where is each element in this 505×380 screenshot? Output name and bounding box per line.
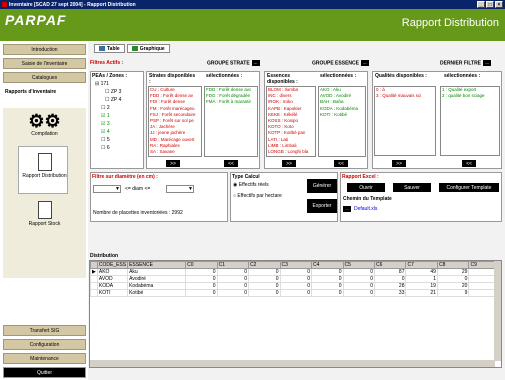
nav-maintenance[interactable]: Maintenance [3, 353, 86, 364]
filters-label: Filtres Actifs : [90, 60, 124, 66]
strates-remove-button[interactable]: << [224, 160, 238, 167]
page-title: Rapport Distribution [401, 17, 499, 29]
qualites-add-button[interactable]: >> [392, 160, 406, 167]
generer-button[interactable]: Générer [307, 179, 337, 193]
diametre-box: Filtre sur diamètre (en cm) : ▼ <= diam … [90, 172, 228, 222]
chart-icon [131, 46, 138, 51]
window-title: Inventaire [SCAD 27 sept 2004] - Rapport… [9, 1, 136, 8]
table-row[interactable]: KODA Kodabéma 0 0 0 0 0 0 28 19 20 [90, 282, 501, 290]
groupe-strate-button[interactable]: ... [251, 60, 260, 66]
dernier-filtre-button[interactable]: ... [483, 60, 492, 66]
tool-rapport-stock[interactable]: Rapport Stock [3, 201, 86, 227]
tab-label: Table [107, 45, 120, 52]
distribution-grid[interactable]: CODE_ESS ESSENCE C0 C1 C2 C3 C4 C5 C6 C7 C8 C9 ▶ A… [89, 260, 502, 368]
nav-quitter[interactable]: Quitter [3, 367, 86, 378]
nav-saisie[interactable]: Saisie de l'inventaire [3, 58, 86, 69]
tool-rapport-distribution[interactable]: Rapport Distribution [3, 153, 86, 179]
horizontal-scrollbar[interactable] [90, 360, 495, 367]
tree-node-checked[interactable]: ☑ 4 [95, 128, 143, 136]
table-row[interactable]: ▶ AKO Aku 0 0 0 0 0 0 87 49 29 [90, 268, 501, 276]
grid-header-row: CODE_ESS ESSENCE C0 C1 C2 C3 C4 C5 C6 C7 C8 C9 [90, 261, 501, 269]
view-tabs: Table Graphique [94, 44, 170, 53]
dernier-filtre-header: DERNIER FILTRE... [440, 60, 492, 66]
sidebar: Introduction Saisie de l'inventaire Cata… [0, 41, 88, 380]
vertical-scrollbar[interactable] [494, 261, 501, 361]
app-logo: PARPAF [5, 12, 67, 28]
strates-selected-title: sélectionnées : [206, 73, 243, 79]
tab-table[interactable]: Table [94, 44, 125, 53]
tree-node[interactable]: ☐ ZP 3 [95, 88, 143, 96]
excel-box: Rapport Excel : Ouvrir Sauver Configurer… [340, 172, 502, 222]
essences-available-title: Essences disponibles : [267, 73, 298, 85]
sauver-button[interactable]: Sauver [393, 183, 431, 192]
close-button[interactable]: × [495, 1, 503, 8]
strates-available-list[interactable]: CU : Culture FDD : Forêt dense av FDI : Fo… [148, 86, 202, 157]
gears-icon: ⚙⚙ [28, 111, 61, 131]
strates-add-button[interactable]: >> [166, 160, 180, 167]
placettes-count: Nombre de placettes inventoriées : 2992 [93, 210, 183, 216]
nav-rapports[interactable]: Rapports d'inventaire [3, 86, 86, 97]
radio-effectifs-reels[interactable]: ◉ Effectifs réels [233, 182, 269, 188]
diam-max-select[interactable]: ▼ [166, 185, 194, 193]
table-row[interactable]: KOTI Kotibé 0 0 0 0 0 0 33 21 9 [90, 289, 501, 297]
tree-node[interactable]: ⊟ 171 [95, 80, 143, 88]
peas-box: PEAs / Zones : ⊟ 171 ☐ ZP 3 ☐ ZP 4 ☐ 2 ☑… [90, 71, 144, 169]
strates-selected-list[interactable]: FDD : Forêt dense avc FDG : Forêt dégradé… [204, 86, 258, 157]
qualites-selected-list[interactable]: 1 : Qualité export 2 : qualité bon sciage [440, 86, 500, 156]
window-titlebar: Inventaire [SCAD 27 sept 2004] - Rapport… [0, 0, 505, 9]
configurer-template-button[interactable]: Configurer Template [439, 183, 499, 192]
diam-min-select[interactable]: ▼ [93, 185, 121, 193]
strates-available-title: Strates disponibles : [149, 73, 196, 85]
groupe-essence-header: GROUPE ESSENCE... [312, 60, 369, 66]
chemin-template-label: Chemin du Template [343, 196, 392, 202]
document-icon [37, 153, 52, 171]
tool-label: Rapport Stock [28, 221, 61, 227]
maximize-button[interactable]: □ [486, 1, 494, 8]
qualites-available-title: Qualités disponibles : [375, 73, 427, 79]
groupe-essence-button[interactable]: ... [360, 60, 369, 66]
tree-node-checked[interactable]: ☑ 3 [95, 120, 143, 128]
app-icon [2, 2, 7, 7]
ouvrir-button[interactable]: Ouvrir [347, 183, 385, 192]
template-path: Default.xls [354, 206, 378, 212]
qualites-available-list[interactable]: 0 : à3 : Qualité mauvais sci [374, 86, 436, 156]
distribution-title: Distribution [90, 253, 119, 259]
minimize-button[interactable]: _ [477, 1, 485, 8]
tree-node[interactable]: ☐ 6 [95, 144, 143, 152]
nav-transfert-sig[interactable]: Transfert SIG [3, 325, 86, 336]
qualites-remove-button[interactable]: << [462, 160, 476, 167]
diam-operator: <= diam <= [125, 186, 151, 192]
radio-effectifs-hectare[interactable]: ○ Effectifs par hectare [233, 193, 282, 199]
nav-introduction[interactable]: Introduction [3, 44, 86, 55]
essences-selected-list[interactable]: AKO : Aku AVOD : Avodiré BAH : Baha KODA : … [318, 86, 366, 157]
exporter-button[interactable]: Exporter [307, 199, 337, 213]
essences-selected-title: sélectionnées : [320, 73, 357, 79]
excel-title: Rapport Excel : [342, 174, 379, 180]
type-calcul-box: Type Calcul ◉ Effectifs réels ○ Effectif… [230, 172, 338, 222]
tree-node[interactable]: ☐ 2 [95, 104, 143, 112]
tree-node-checked[interactable]: ☑ 1 [95, 112, 143, 120]
essences-add-button[interactable]: >> [282, 160, 296, 167]
tab-label: Graphique [139, 45, 165, 52]
tool-compilation[interactable]: ⚙⚙ Compilation [3, 111, 86, 137]
tab-graphique[interactable]: Graphique [126, 44, 170, 53]
peas-title: PEAs / Zones : [92, 73, 128, 79]
nav-configuration[interactable]: Configuration [3, 339, 86, 350]
tree-node[interactable]: ☐ 5 [95, 136, 143, 144]
document-icon [37, 201, 52, 219]
essences-remove-button[interactable]: << [334, 160, 348, 167]
qualites-selected-title: sélectionnées : [444, 73, 481, 79]
tool-label: Rapport Distribution [22, 173, 67, 179]
nav-catalogues[interactable]: Catalogues [3, 72, 86, 83]
tool-label: Compilation [31, 131, 58, 137]
diametre-title: Filtre sur diamètre (en cm) : [92, 174, 158, 180]
tree-node[interactable]: ☐ ZP 4 [95, 96, 143, 104]
browse-template-button[interactable]: ... [343, 206, 351, 212]
essences-available-list[interactable]: BLOM : Ilomba INC : divers IROK : Iroko KAP… [266, 86, 316, 157]
groupe-strate-header: GROUPE STRATE... [207, 60, 260, 66]
table-row[interactable]: AVOD Avodiré 0 0 0 0 0 0 0 1 0 [90, 275, 501, 283]
table-icon [99, 46, 105, 51]
